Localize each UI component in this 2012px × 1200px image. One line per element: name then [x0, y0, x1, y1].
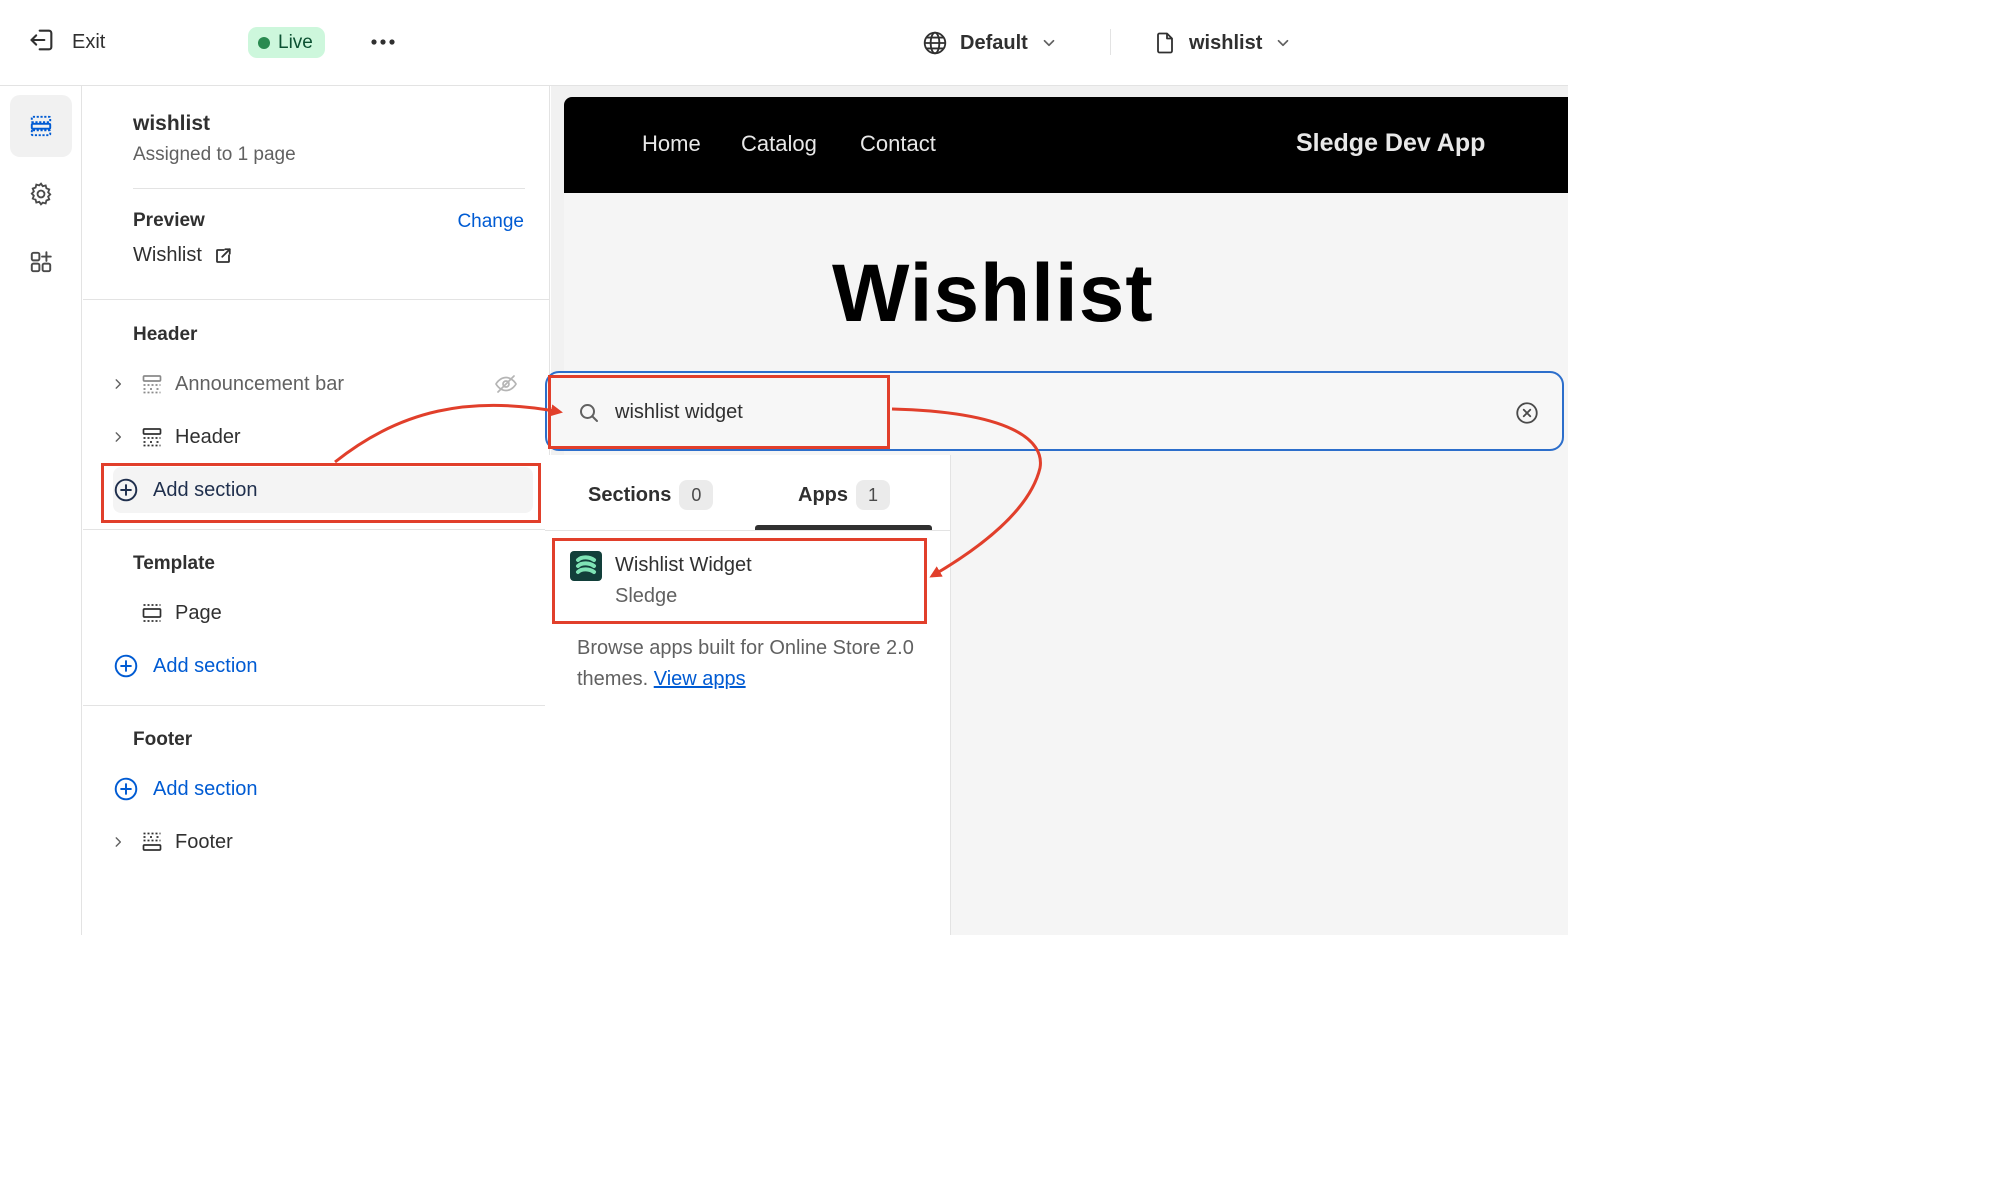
- left-rail: [0, 86, 82, 935]
- tab-label: Sections: [588, 483, 672, 506]
- live-status-badge: Live: [248, 27, 325, 58]
- rail-sections-button[interactable]: [10, 95, 72, 157]
- sledge-logo-icon: [570, 551, 602, 581]
- plus-circle-icon: [114, 777, 138, 801]
- announcement-bar-icon: [137, 372, 167, 396]
- page-icon: [1157, 32, 1173, 54]
- add-section-label: Add section: [153, 777, 258, 800]
- template-group-title: Template: [133, 553, 216, 574]
- more-actions-button[interactable]: [366, 27, 400, 57]
- template-select[interactable]: wishlist: [1153, 25, 1292, 61]
- store-nav-catalog[interactable]: Catalog: [741, 131, 817, 157]
- rail-settings-button[interactable]: [10, 163, 72, 225]
- header-group-title: Header: [133, 324, 198, 345]
- store-brand: Sledge Dev App: [1296, 129, 1486, 157]
- section-header[interactable]: Header: [107, 417, 537, 457]
- footer-section-icon: [137, 830, 167, 854]
- top-bar: Exit Live Default wishlist: [0, 0, 1568, 86]
- live-label: Live: [278, 31, 313, 53]
- app-result-item[interactable]: Wishlist Widget Sledge: [555, 541, 925, 621]
- store-nav-contact[interactable]: Contact: [860, 131, 936, 157]
- section-page[interactable]: Page: [107, 593, 537, 633]
- external-link-icon: [215, 247, 231, 263]
- tab-count-badge: 0: [679, 480, 714, 510]
- theme-select-label: Default: [960, 31, 1028, 54]
- section-label: Header: [175, 425, 241, 448]
- divider: [545, 530, 951, 531]
- search-results-panel: Sections 0 Apps 1 Wishlist Widget Sledge…: [545, 455, 951, 935]
- preview-title: Preview: [133, 210, 205, 231]
- app-vendor: Sledge: [615, 585, 678, 607]
- chevron-down-icon: [1043, 39, 1055, 47]
- page-section-icon: [137, 601, 167, 625]
- exit-icon: [28, 26, 56, 59]
- add-section-footer-button[interactable]: Add section: [113, 766, 533, 812]
- tab-sections[interactable]: Sections 0: [588, 475, 714, 515]
- template-select-label: wishlist: [1189, 31, 1263, 54]
- apps-icon: [30, 251, 52, 273]
- store-header: Home Catalog Contact Sledge Dev App: [564, 97, 1568, 193]
- section-announcement-bar[interactable]: Announcement bar: [107, 364, 537, 404]
- sections-icon: [30, 115, 52, 137]
- preview-value: Wishlist: [133, 244, 202, 266]
- live-dot-icon: [258, 36, 270, 49]
- add-section-label: Add section: [153, 654, 258, 677]
- chevron-right-icon[interactable]: [107, 376, 129, 392]
- eye-off-icon[interactable]: [493, 372, 519, 401]
- divider: [83, 529, 550, 530]
- clear-search-icon[interactable]: [1514, 400, 1540, 431]
- theme-select[interactable]: Default: [922, 25, 1058, 61]
- chevron-right-icon[interactable]: [107, 429, 129, 445]
- search-input[interactable]: [615, 397, 1415, 427]
- section-label: Page: [175, 601, 222, 624]
- section-footer[interactable]: Footer: [107, 822, 537, 862]
- tab-apps[interactable]: Apps 1: [798, 475, 890, 515]
- globe-icon: [923, 31, 947, 55]
- preview-link[interactable]: Wishlist: [133, 244, 232, 267]
- rail-apps-button[interactable]: [10, 231, 72, 293]
- plus-circle-icon: [114, 654, 138, 678]
- page-name: wishlist: [133, 112, 211, 135]
- page-assignment: Assigned to 1 page: [133, 144, 296, 165]
- add-section-header-button[interactable]: Add section: [113, 467, 533, 513]
- exit-label: Exit: [72, 30, 106, 53]
- more-horizontal-icon: [371, 39, 395, 45]
- section-search-bar: [545, 371, 1564, 451]
- tab-count-badge: 1: [856, 480, 890, 510]
- add-section-template-button[interactable]: Add section: [113, 643, 533, 689]
- gear-icon: [30, 182, 52, 206]
- divider: [83, 299, 550, 300]
- tab-label: Apps: [798, 483, 848, 506]
- add-section-label: Add section: [153, 478, 258, 501]
- chevron-down-icon: [1278, 39, 1289, 47]
- change-preview-link[interactable]: Change: [457, 211, 524, 233]
- store-page-heading: Wishlist: [832, 248, 1154, 339]
- plus-circle-icon: [114, 478, 138, 502]
- exit-button[interactable]: Exit: [28, 26, 105, 58]
- store-nav-home[interactable]: Home: [642, 131, 701, 157]
- app-name: Wishlist Widget: [615, 554, 752, 576]
- footer-group-title: Footer: [133, 729, 193, 750]
- chevron-right-icon[interactable]: [107, 834, 129, 850]
- sections-sidebar: wishlist Assigned to 1 page Preview Chan…: [83, 86, 550, 935]
- browse-apps-text: Browse apps built for Online Store 2.0 t…: [577, 633, 927, 695]
- view-apps-link[interactable]: View apps: [654, 668, 746, 690]
- header-section-icon: [137, 425, 167, 449]
- section-label: Footer: [175, 830, 233, 853]
- section-label: Announcement bar: [175, 372, 345, 395]
- search-icon: [577, 401, 601, 430]
- divider: [133, 188, 525, 189]
- topbar-divider: [1110, 29, 1111, 55]
- divider: [83, 705, 550, 706]
